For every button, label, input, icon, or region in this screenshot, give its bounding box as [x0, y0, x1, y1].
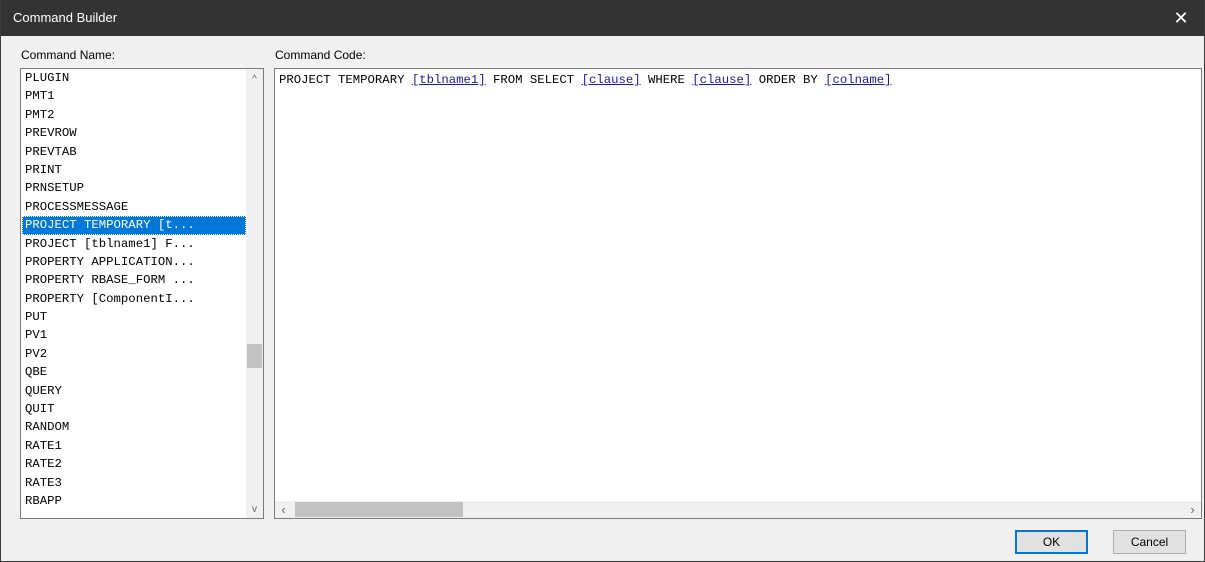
- command-list-item[interactable]: QUERY: [22, 382, 246, 400]
- command-list-item[interactable]: PMT2: [22, 106, 246, 124]
- cancel-button[interactable]: Cancel: [1113, 530, 1186, 554]
- command-list-item[interactable]: PUT: [22, 308, 246, 326]
- command-list-item[interactable]: RANDOM: [22, 418, 246, 436]
- scroll-down-icon[interactable]: v: [246, 501, 263, 518]
- command-list-item[interactable]: PROPERTY RBASE_FORM ...: [22, 271, 246, 289]
- ok-button[interactable]: OK: [1015, 530, 1088, 554]
- window-title: Command Builder: [13, 10, 118, 25]
- code-keyword-text: PROJECT TEMPORARY: [279, 73, 412, 87]
- command-list-item[interactable]: RATE1: [22, 437, 246, 455]
- code-placeholder-link[interactable]: [clause]: [582, 73, 641, 87]
- close-icon[interactable]: ✕: [1158, 0, 1204, 36]
- code-keyword-text: ORDER BY: [751, 73, 826, 87]
- command-list-item[interactable]: PRINT: [22, 161, 246, 179]
- command-list-item[interactable]: PROJECT [tblname1] F...: [22, 235, 246, 253]
- command-list-item[interactable]: PREVROW: [22, 124, 246, 142]
- code-horizontal-scrollbar[interactable]: ‹ ›: [275, 501, 1201, 518]
- command-code-label: Command Code:: [275, 48, 366, 62]
- command-builder-dialog: Command Builder ✕ Command Name: Command …: [0, 0, 1205, 562]
- title-bar[interactable]: Command Builder ✕: [1, 0, 1204, 36]
- horizontal-scrollbar-thumb[interactable]: [295, 502, 463, 517]
- code-keyword-text: WHERE: [640, 73, 693, 87]
- command-list-item[interactable]: PROPERTY APPLICATION...: [22, 253, 246, 271]
- code-placeholder-link[interactable]: [colname]: [825, 73, 891, 87]
- command-list-items: PLUGIN PMT1 PMT2 PREVROW PREVTAB PRINT PRNSETU…: [22, 69, 246, 510]
- command-list-item[interactable]: PV2: [22, 345, 246, 363]
- command-list-scrollbar[interactable]: ^ v: [246, 69, 263, 518]
- command-list-item[interactable]: PRNSETUP: [22, 179, 246, 197]
- command-list-item[interactable]: PREVTAB: [22, 143, 246, 161]
- command-name-list[interactable]: PLUGIN PMT1 PMT2 PREVROW PREVTAB PRINT PRNSETU…: [20, 68, 264, 519]
- scroll-up-icon[interactable]: ^: [246, 71, 263, 88]
- command-list-item[interactable]: RBAPP: [22, 492, 246, 510]
- command-list-item[interactable]: RATE3: [22, 474, 246, 492]
- scroll-left-icon[interactable]: ‹: [275, 501, 292, 518]
- command-list-item[interactable]: QBE: [22, 363, 246, 381]
- command-list-item[interactable]: PMT1: [22, 87, 246, 105]
- command-list-item[interactable]: PROCESSMESSAGE: [22, 198, 246, 216]
- command-list-item[interactable]: RATE2: [22, 455, 246, 473]
- code-placeholder-link[interactable]: [clause]: [692, 73, 751, 87]
- command-name-label: Command Name:: [21, 48, 116, 62]
- command-list-item[interactable]: PROJECT TEMPORARY [t...: [22, 216, 246, 235]
- command-code-editor[interactable]: PROJECT TEMPORARY [tblname1] FROM SELECT…: [274, 68, 1202, 519]
- command-list-item[interactable]: PLUGIN: [22, 69, 246, 87]
- code-placeholder-link[interactable]: [tblname1]: [412, 73, 486, 87]
- command-code-line: PROJECT TEMPORARY [tblname1] FROM SELECT…: [279, 73, 892, 87]
- scrollbar-thumb[interactable]: [247, 344, 262, 368]
- command-list-item[interactable]: QUIT: [22, 400, 246, 418]
- code-keyword-text: FROM SELECT: [485, 73, 582, 87]
- scroll-right-icon[interactable]: ›: [1184, 501, 1201, 518]
- command-list-item[interactable]: PV1: [22, 326, 246, 344]
- command-list-item[interactable]: PROPERTY [ComponentI...: [22, 290, 246, 308]
